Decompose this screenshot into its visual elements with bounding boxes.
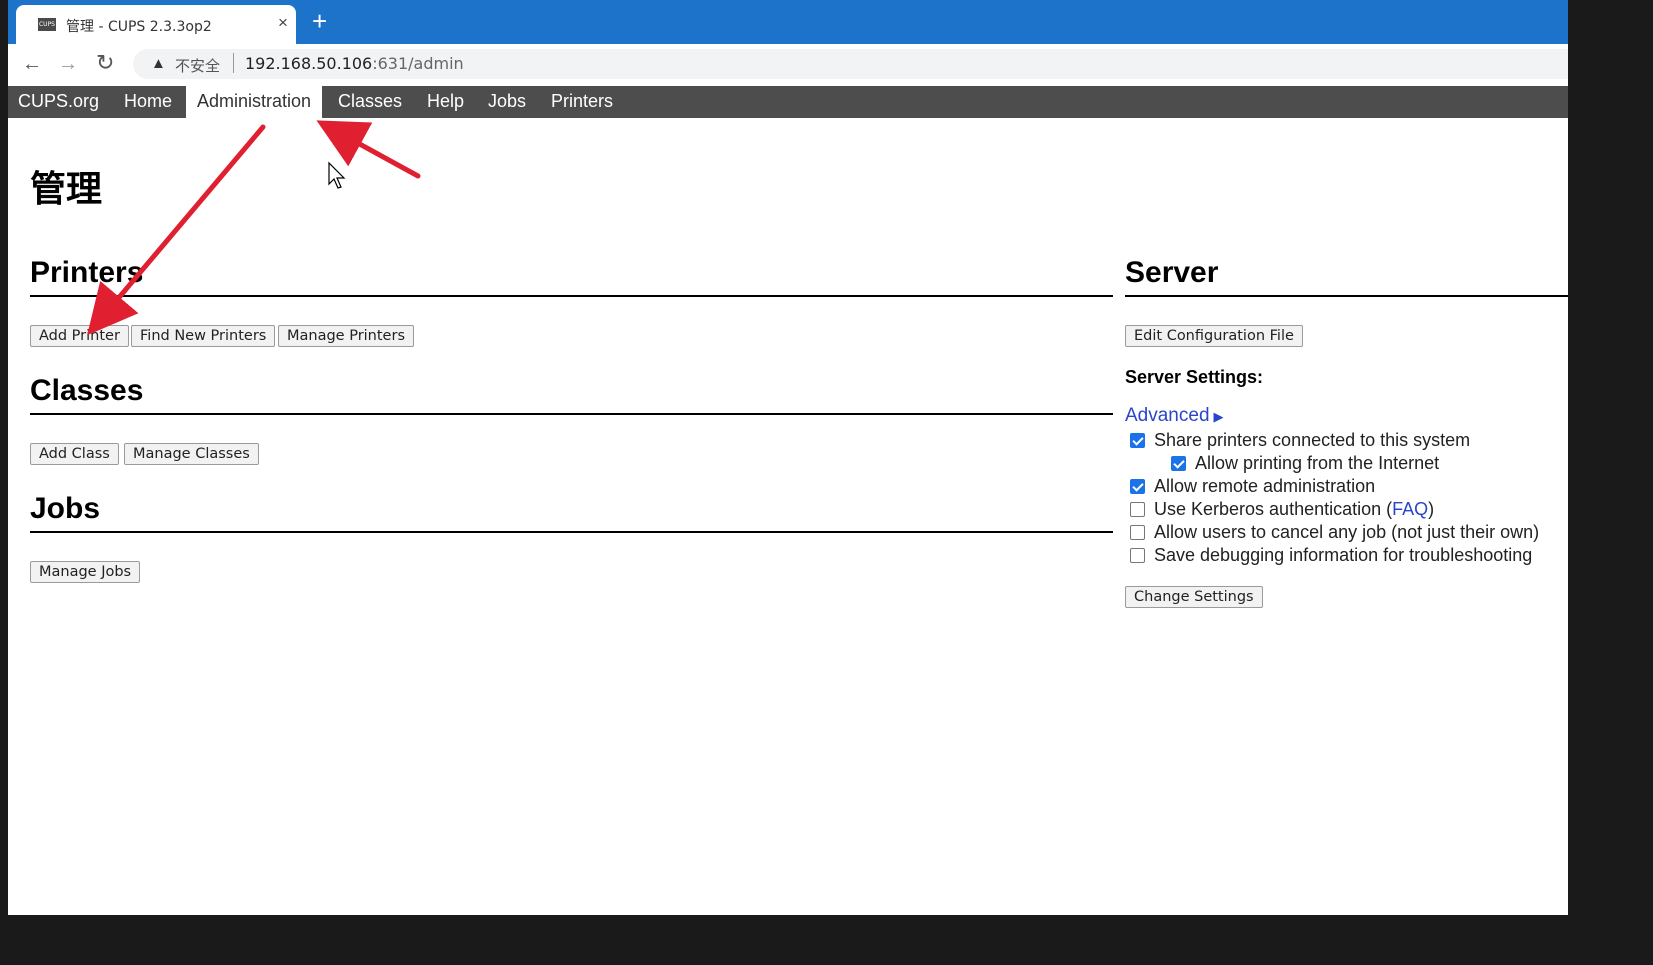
share-printers-label[interactable]: Share printers connected to this system	[1154, 430, 1470, 451]
classes-divider	[30, 413, 1113, 415]
change-settings-button[interactable]: Change Settings	[1125, 586, 1263, 608]
allow-internet-printing-checkbox[interactable]	[1171, 456, 1186, 471]
security-warning-label[interactable]: 不安全	[175, 55, 220, 76]
reload-icon[interactable]: ↻	[96, 50, 114, 76]
omnibox-divider	[233, 53, 234, 73]
nav-cups-org[interactable]: CUPS.org	[8, 86, 109, 118]
nav-printers[interactable]: Printers	[540, 86, 624, 118]
manage-printers-button[interactable]: Manage Printers	[278, 325, 414, 347]
cups-favicon-icon: CUPS	[38, 18, 56, 31]
share-printers-checkbox[interactable]	[1130, 433, 1145, 448]
kerberos-label[interactable]: Use Kerberos authentication (FAQ)	[1154, 499, 1434, 520]
server-settings-label: Server Settings:	[1125, 367, 1264, 387]
remote-admin-label[interactable]: Allow remote administration	[1154, 476, 1375, 497]
cancel-any-job-checkbox[interactable]	[1130, 525, 1145, 540]
kerberos-label-suffix: )	[1428, 499, 1435, 519]
jobs-divider	[30, 531, 1113, 533]
url-host: 192.168.50.106	[245, 54, 373, 73]
jobs-heading: Jobs	[30, 492, 101, 525]
nav-jobs[interactable]: Jobs	[478, 86, 536, 118]
annotation-overlay	[87, 120, 421, 336]
nav-home[interactable]: Home	[114, 86, 182, 118]
close-tab-icon[interactable]: ×	[278, 13, 288, 33]
cancel-any-job-label[interactable]: Allow users to cancel any job (not just …	[1154, 522, 1539, 543]
url-path: :631/admin	[372, 54, 464, 73]
classes-heading: Classes	[30, 374, 144, 407]
kerberos-label-text: Use Kerberos authentication (	[1154, 499, 1393, 519]
browser-tab[interactable]: CUPS 管理 - CUPS 2.3.3op2 ×	[16, 5, 296, 44]
warning-triangle-icon: ▲	[151, 55, 166, 72]
add-printer-button[interactable]: Add Printer	[30, 325, 129, 347]
expand-triangle-icon[interactable]: ▶	[1214, 409, 1224, 424]
browser-toolbar: ← → ↻ ▲ 不安全 192.168.50.106:631/admin	[8, 44, 1568, 86]
mouse-cursor-icon	[328, 161, 346, 189]
edit-configuration-file-button[interactable]: Edit Configuration File	[1125, 325, 1303, 347]
nav-administration[interactable]: Administration	[186, 86, 323, 118]
add-class-button[interactable]: Add Class	[30, 443, 119, 465]
screen-frame-bottom	[0, 915, 1653, 965]
allow-internet-printing-label[interactable]: Allow printing from the Internet	[1195, 453, 1439, 474]
back-arrow-icon[interactable]: ←	[22, 53, 42, 76]
address-bar[interactable]: ▲ 不安全 192.168.50.106:631/admin	[133, 49, 1568, 79]
browser-tab-strip: CUPS 管理 - CUPS 2.3.3op2 × +	[8, 0, 1568, 44]
new-tab-icon[interactable]: +	[312, 6, 327, 37]
screen-frame-left	[0, 0, 8, 965]
kerberos-checkbox[interactable]	[1130, 502, 1145, 517]
nav-classes[interactable]: Classes	[328, 86, 412, 118]
forward-arrow-icon[interactable]: →	[58, 53, 78, 76]
cups-navigation-bar: CUPS.org Home Administration Classes Hel…	[8, 86, 1568, 118]
debug-logging-checkbox[interactable]	[1130, 548, 1145, 563]
page-title: 管理	[30, 169, 103, 210]
server-heading: Server	[1125, 256, 1219, 289]
printers-heading: Printers	[30, 256, 144, 289]
screen-frame-right	[1568, 0, 1653, 965]
advanced-link[interactable]: Advanced ▶	[1125, 405, 1224, 427]
manage-classes-button[interactable]: Manage Classes	[124, 443, 259, 465]
faq-link[interactable]: FAQ	[1392, 499, 1428, 519]
remote-admin-checkbox[interactable]	[1130, 479, 1145, 494]
url-text[interactable]: 192.168.50.106:631/admin	[245, 54, 464, 73]
manage-jobs-button[interactable]: Manage Jobs	[30, 561, 141, 583]
red-arrow-to-add-printer	[87, 124, 266, 336]
red-arrow-to-administration-tab	[316, 120, 421, 179]
printers-divider	[30, 295, 1113, 297]
tab-title: 管理 - CUPS 2.3.3op2	[66, 19, 212, 35]
server-divider	[1125, 295, 1568, 297]
advanced-link-text[interactable]: Advanced	[1125, 405, 1210, 426]
debug-logging-label[interactable]: Save debugging information for troublesh…	[1154, 545, 1532, 566]
nav-help[interactable]: Help	[417, 86, 474, 118]
find-new-printers-button[interactable]: Find New Printers	[131, 325, 276, 347]
